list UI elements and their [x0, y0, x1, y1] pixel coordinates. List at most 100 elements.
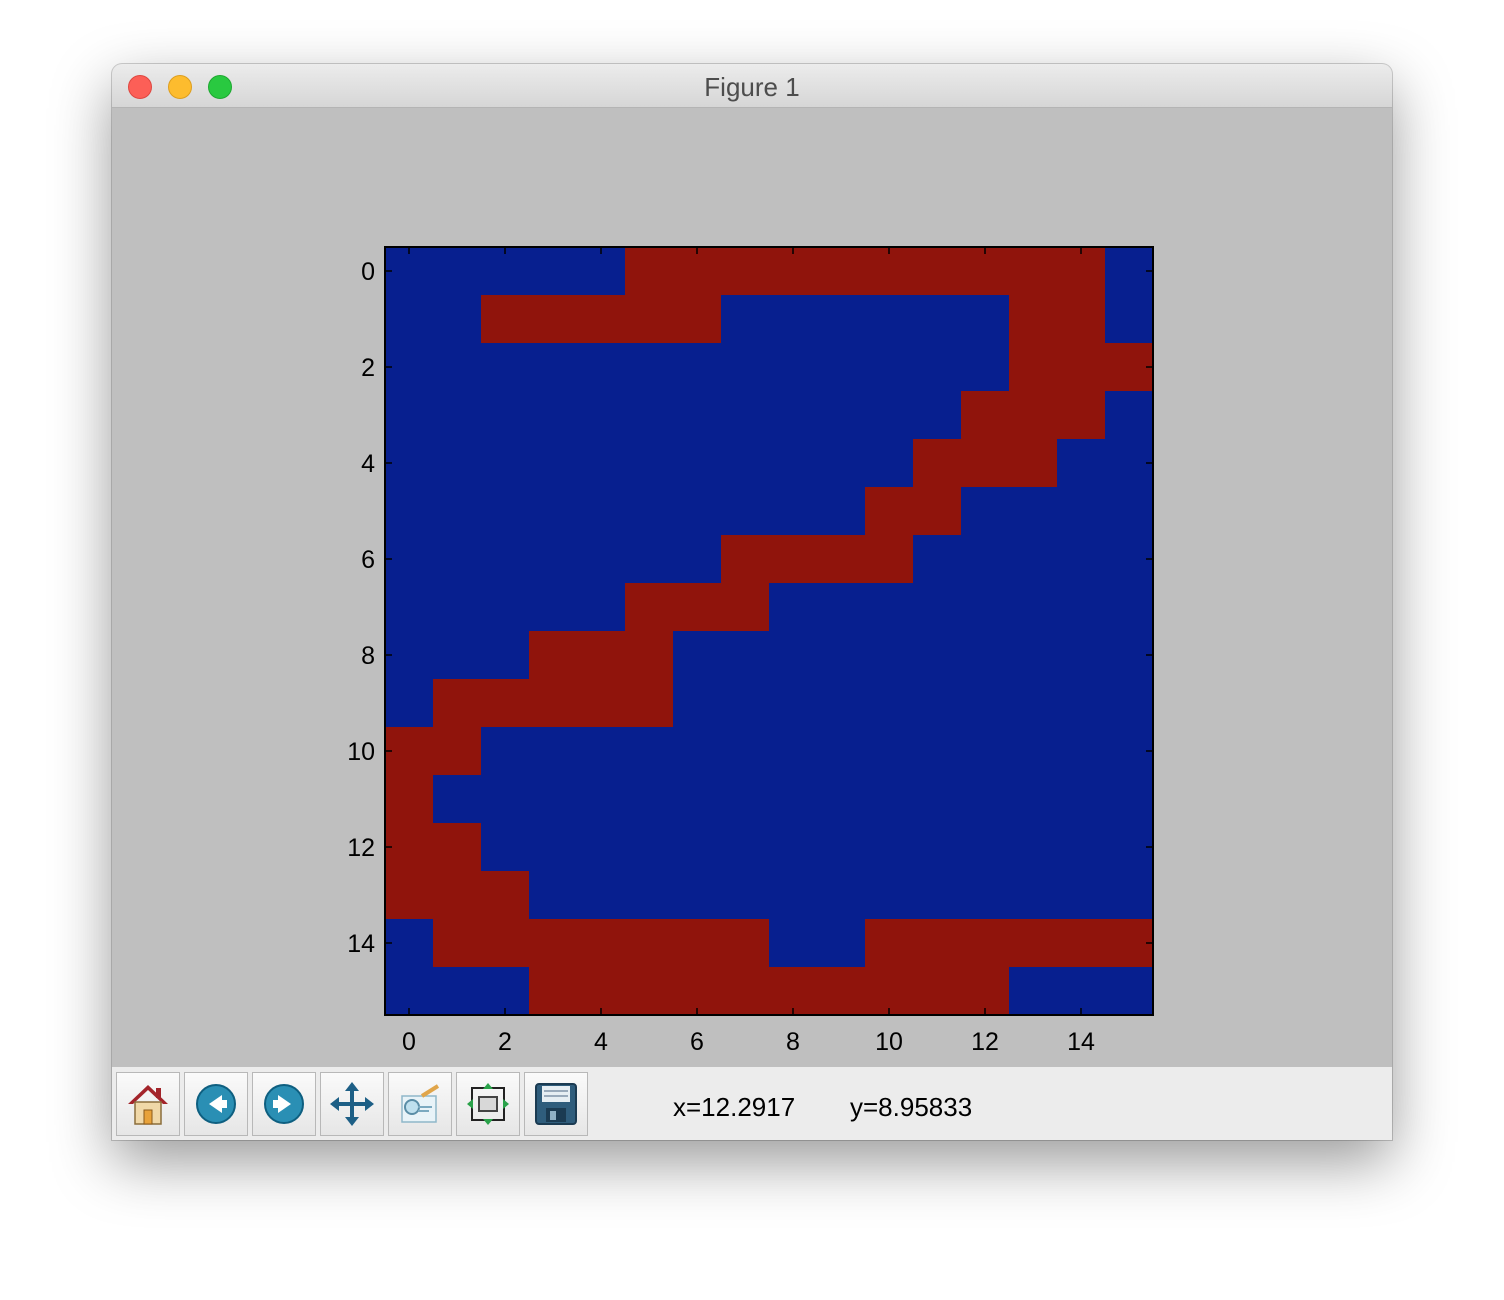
title-bar[interactable]: Figure 1 — [112, 64, 1392, 108]
heatmap-cell — [385, 391, 434, 440]
heatmap-cell — [913, 247, 962, 296]
heatmap-cell — [673, 439, 722, 488]
heatmap-cell — [529, 727, 578, 776]
heatmap-cell — [1009, 775, 1058, 824]
back-button[interactable] — [184, 1072, 248, 1136]
heatmap-cell — [721, 919, 770, 968]
heatmap-cell — [961, 631, 1010, 680]
heatmap-cell — [673, 583, 722, 632]
heatmap-cell — [433, 247, 482, 296]
heatmap-cell — [817, 919, 866, 968]
heatmap-cell — [577, 391, 626, 440]
heatmap-cell — [385, 823, 434, 872]
heatmap-cell — [865, 343, 914, 392]
x-coordinate-readout: x=12.2917 — [673, 1092, 796, 1122]
heatmap-cell — [817, 391, 866, 440]
heatmap-cell — [1057, 439, 1106, 488]
heatmap-cell — [673, 247, 722, 296]
heatmap-cell — [385, 919, 434, 968]
heatmap-cell — [817, 487, 866, 536]
heatmap-cell — [865, 535, 914, 584]
heatmap-cell — [817, 295, 866, 344]
heatmap-cell — [913, 919, 962, 968]
heatmap-cell — [625, 967, 674, 1016]
figure-window: Figure 1 0 2 4 6 8 10 12 14 0 2 4 6 8 10 12 14 — [112, 64, 1392, 1140]
heatmap-cell — [913, 391, 962, 440]
heatmap-cell — [481, 343, 530, 392]
heatmap-cell — [1009, 919, 1058, 968]
heatmap-cell — [625, 439, 674, 488]
heatmap-cell — [481, 535, 530, 584]
y-tick-label: 10 — [347, 738, 375, 766]
forward-button[interactable] — [252, 1072, 316, 1136]
heatmap-cell — [721, 631, 770, 680]
y-tick-label: 0 — [361, 258, 375, 286]
heatmap-cells — [385, 247, 1154, 1016]
heatmap-cell — [1057, 775, 1106, 824]
floppy-disk-icon — [535, 1083, 577, 1125]
heatmap-cell — [913, 967, 962, 1016]
heatmap-cell — [1009, 247, 1058, 296]
heatmap-cell — [721, 823, 770, 872]
heatmap-cell — [1057, 343, 1106, 392]
heatmap-cell — [625, 871, 674, 920]
heatmap-cell — [577, 343, 626, 392]
x-tick-label: 14 — [1067, 1028, 1095, 1056]
heatmap-cell — [433, 679, 482, 728]
heatmap-cell — [673, 535, 722, 584]
heatmap-cell — [433, 487, 482, 536]
y-tick-label: 8 — [361, 642, 375, 670]
heatmap-cell — [961, 919, 1010, 968]
home-button[interactable] — [116, 1072, 180, 1136]
move-arrows-icon — [330, 1082, 374, 1126]
heatmap-cell — [577, 487, 626, 536]
heatmap-cell — [1009, 871, 1058, 920]
heatmap-cell — [721, 439, 770, 488]
heatmap-cell — [625, 727, 674, 776]
pan-button[interactable] — [320, 1072, 384, 1136]
heatmap-cell — [481, 871, 530, 920]
subplots-button[interactable] — [456, 1072, 520, 1136]
zoom-button[interactable] — [388, 1072, 452, 1136]
heatmap-cell — [577, 871, 626, 920]
heatmap-cell — [865, 391, 914, 440]
heatmap-cell — [1057, 679, 1106, 728]
heatmap-cell — [529, 247, 578, 296]
heatmap-cell — [865, 631, 914, 680]
heatmap-cell — [1105, 487, 1154, 536]
heatmap-cell — [625, 631, 674, 680]
heatmap-cell — [385, 871, 434, 920]
heatmap-cell — [769, 631, 818, 680]
navigation-toolbar: x=12.2917 y=8.95833 — [112, 1067, 1392, 1140]
heatmap-cell — [529, 583, 578, 632]
save-button[interactable] — [524, 1072, 588, 1136]
heatmap-cell — [385, 679, 434, 728]
heatmap-cell — [529, 535, 578, 584]
heatmap-cell — [577, 679, 626, 728]
heatmap-cell — [433, 775, 482, 824]
heatmap-cell — [481, 487, 530, 536]
heatmap-cell — [817, 631, 866, 680]
forward-arrow-icon — [264, 1084, 304, 1124]
figure-canvas[interactable]: 0 2 4 6 8 10 12 14 0 2 4 6 8 10 12 14 — [112, 108, 1392, 1067]
heatmap-cell — [769, 919, 818, 968]
heatmap-cell — [913, 775, 962, 824]
heatmap-cell — [865, 247, 914, 296]
heatmap-cell — [769, 295, 818, 344]
heatmap-cell — [769, 439, 818, 488]
heatmap-cell — [1009, 487, 1058, 536]
window-title: Figure 1 — [704, 72, 800, 102]
heatmap-cell — [961, 679, 1010, 728]
home-icon — [128, 1085, 168, 1125]
configure-subplots-icon — [467, 1083, 509, 1125]
y-tick-label: 14 — [347, 930, 375, 958]
heatmap-cell — [1057, 391, 1106, 440]
heatmap-cell — [673, 919, 722, 968]
heatmap-chart[interactable]: 0 2 4 6 8 10 12 14 0 2 4 6 8 10 12 14 — [112, 108, 1392, 1067]
y-coordinate-readout: y=8.95833 — [850, 1092, 973, 1122]
heatmap-cell — [817, 775, 866, 824]
heatmap-cell — [865, 823, 914, 872]
heatmap-cell — [673, 679, 722, 728]
heatmap-cell — [817, 343, 866, 392]
heatmap-cell — [961, 343, 1010, 392]
